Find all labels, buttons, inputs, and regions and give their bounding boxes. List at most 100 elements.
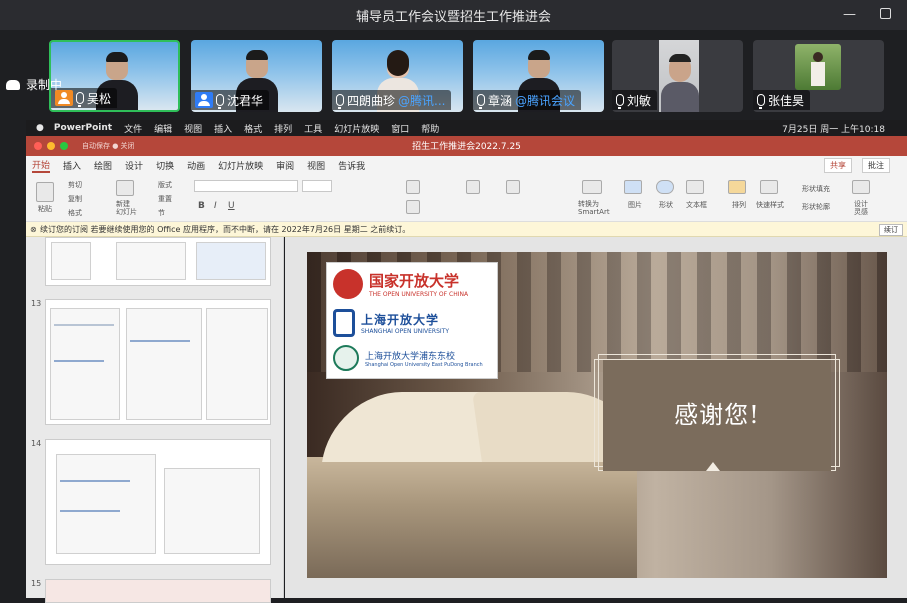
ribbon-tabs: 开始 插入 绘图 设计 切换 动画 幻灯片放映 审阅 视图 告诉我 共享 批注	[26, 156, 907, 174]
microphone-icon[interactable]	[616, 94, 624, 109]
app-menu[interactable]: PowerPoint	[54, 123, 112, 133]
microphone-icon[interactable]	[216, 94, 224, 109]
microphone-icon[interactable]	[336, 94, 344, 109]
picture-icon[interactable]	[624, 180, 642, 194]
shape-fill-button[interactable]: 形状填充	[802, 184, 830, 194]
thanks-text: 感谢您!	[674, 401, 760, 429]
tab-draw[interactable]: 绘图	[94, 159, 112, 172]
tab-slideshow[interactable]: 幻灯片放映	[218, 159, 263, 172]
shape-icon[interactable]	[656, 180, 674, 194]
tab-insert[interactable]: 插入	[63, 159, 81, 172]
tab-view[interactable]: 视图	[307, 159, 325, 172]
underline-button[interactable]: U	[228, 201, 235, 211]
open-book-image	[322, 392, 492, 462]
book-stack-image	[307, 457, 637, 578]
participant-tile[interactable]: 沈君华	[191, 40, 322, 112]
tab-home[interactable]: 开始	[32, 158, 51, 173]
notice-text: 续订您的订阅 若要继续使用您的 Office 应用程序，而不中断，请在 2022…	[40, 225, 411, 234]
logo-text: THE OPEN UNIVERSITY OF CHINA	[369, 291, 469, 298]
tab-transitions[interactable]: 切换	[156, 159, 174, 172]
new-slide-icon[interactable]	[116, 180, 134, 196]
menu-item[interactable]: 帮助	[421, 122, 439, 135]
participant-tile[interactable]: 张佳昊	[753, 40, 884, 112]
microphone-icon[interactable]	[477, 94, 485, 109]
microphone-icon[interactable]	[757, 94, 765, 109]
apple-icon[interactable]: ●	[36, 123, 44, 133]
logo-text: SHANGHAI OPEN UNIVERSITY	[361, 328, 450, 335]
quick-styles-icon[interactable]	[760, 180, 778, 194]
font-size-select[interactable]	[302, 180, 332, 192]
participant-name-row: 张佳昊	[753, 90, 811, 110]
smartart-icon[interactable]	[582, 180, 602, 194]
menu-item[interactable]: 幻灯片放映	[334, 122, 379, 135]
align-left-icon[interactable]	[406, 200, 420, 214]
slide-thumbnail[interactable]	[45, 579, 271, 603]
copy-button[interactable]: 复制	[68, 194, 82, 204]
new-slide-label: 新建 幻灯片	[116, 200, 137, 216]
menu-item[interactable]: 文件	[124, 122, 142, 135]
sou-emblem-icon	[333, 309, 355, 337]
tab-animations[interactable]: 动画	[187, 159, 205, 172]
participant-name: 刘敏	[627, 93, 652, 108]
participant-name: 张佳昊	[768, 93, 805, 108]
indent-icon[interactable]	[466, 180, 480, 194]
menu-item[interactable]: 视图	[184, 122, 202, 135]
slide-thumbnail[interactable]	[45, 299, 271, 425]
participant-tile[interactable]: 吴松	[49, 40, 180, 112]
maximize-icon[interactable]	[880, 8, 891, 19]
thumb-line	[60, 510, 120, 512]
bullets-icon[interactable]	[406, 180, 420, 194]
slide-number: 15	[31, 579, 42, 588]
renew-button[interactable]: 续订	[879, 224, 903, 236]
menubar-clock[interactable]: 7月25日 周一 上午10:18	[782, 122, 885, 135]
line-spacing-icon[interactable]	[506, 180, 520, 194]
decorative-triangle	[706, 462, 720, 471]
thumb-line	[130, 340, 190, 342]
ouc-logo: 国家开放大学 THE OPEN UNIVERSITY OF CHINA	[333, 269, 468, 299]
share-button[interactable]: 共享	[824, 158, 852, 173]
designer-icon[interactable]	[852, 180, 870, 194]
format-painter-button[interactable]: 格式	[68, 208, 82, 218]
paste-label: 粘贴	[38, 205, 52, 213]
tab-design[interactable]: 设计	[125, 159, 143, 172]
microphone-icon[interactable]	[76, 92, 84, 107]
thumb-block	[51, 242, 91, 280]
minimize-icon[interactable]: —	[843, 7, 856, 22]
participant-name: 章涵	[488, 93, 513, 108]
mac-menubar: ● PowerPoint 文件 编辑 视图 插入 格式 排列 工具 幻灯片放映 …	[26, 120, 907, 136]
font-name-select[interactable]	[194, 180, 298, 192]
menu-item[interactable]: 插入	[214, 122, 232, 135]
participant-tile[interactable]: 章涵 @腾讯会议	[473, 40, 604, 112]
tell-me-search[interactable]: 告诉我	[338, 159, 365, 172]
slide-thumbnail[interactable]	[45, 237, 271, 286]
menu-item[interactable]: 窗口	[391, 122, 409, 135]
participant-tile[interactable]: 刘敏	[612, 40, 743, 112]
italic-button[interactable]: I	[214, 201, 217, 211]
recording-indicator[interactable]: 录制中	[6, 76, 62, 93]
smartart-label: 转换为 SmartArt	[578, 200, 610, 216]
comments-button[interactable]: 批注	[862, 158, 890, 173]
shape-outline-button[interactable]: 形状轮廓	[802, 202, 830, 212]
textbox-icon[interactable]	[686, 180, 704, 194]
participant-tile[interactable]: 四朗曲珍 @腾讯...	[332, 40, 463, 112]
thumb-block	[116, 242, 186, 280]
participant-name: 沈君华	[227, 93, 264, 108]
tab-review[interactable]: 审阅	[276, 159, 294, 172]
menu-item[interactable]: 工具	[304, 122, 322, 135]
section-button[interactable]: 节	[158, 208, 165, 218]
slide-thumbnail[interactable]	[45, 439, 271, 565]
document-title: 招生工作推进会2022.7.25	[412, 142, 521, 152]
thumb-line	[54, 360, 104, 362]
paste-icon[interactable]	[36, 182, 54, 202]
menu-item[interactable]: 编辑	[154, 122, 172, 135]
cut-button[interactable]: 剪切	[68, 180, 82, 190]
bold-button[interactable]: B	[198, 201, 205, 211]
close-notice-icon[interactable]: ⊗	[30, 222, 37, 237]
arrange-icon[interactable]	[728, 180, 746, 194]
participant-name-row: 章涵 @腾讯会议	[473, 90, 582, 110]
layout-button[interactable]: 版式	[158, 180, 172, 190]
menu-item[interactable]: 格式	[244, 122, 262, 135]
ouc-emblem-icon	[333, 269, 363, 299]
reset-button[interactable]: 重置	[158, 194, 172, 204]
menu-item[interactable]: 排列	[274, 122, 292, 135]
